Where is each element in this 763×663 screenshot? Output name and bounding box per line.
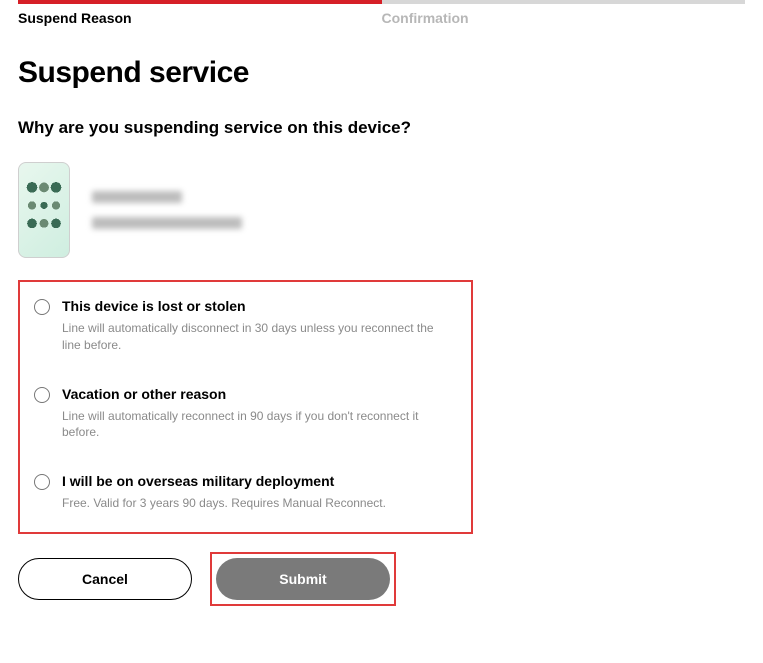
option-desc: Line will automatically reconnect in 90 …: [62, 408, 453, 442]
option-label: Vacation or other reason: [62, 386, 453, 402]
radio-icon[interactable]: [34, 299, 50, 315]
device-number-redacted: [92, 217, 242, 229]
option-lost-stolen[interactable]: This device is lost or stolen Line will …: [34, 298, 453, 354]
cancel-button[interactable]: Cancel: [18, 558, 192, 600]
action-buttons: Cancel Submit: [18, 552, 745, 606]
step-suspend-reason: Suspend Reason: [18, 0, 382, 28]
radio-icon[interactable]: [34, 474, 50, 490]
option-label: This device is lost or stolen: [62, 298, 453, 314]
page-subtitle: Why are you suspending service on this d…: [18, 118, 745, 138]
option-label: I will be on overseas military deploymen…: [62, 473, 453, 489]
option-vacation[interactable]: Vacation or other reason Line will autom…: [34, 386, 453, 442]
device-name-redacted: [92, 191, 182, 203]
submit-highlight: Submit: [210, 552, 396, 606]
device-info: [92, 191, 242, 229]
device-image: [18, 162, 70, 258]
option-desc: Free. Valid for 3 years 90 days. Require…: [62, 495, 453, 512]
progress-stepper: Suspend Reason Confirmation: [0, 0, 763, 28]
device-summary: [18, 162, 745, 258]
submit-button[interactable]: Submit: [216, 558, 390, 600]
suspend-reason-options: This device is lost or stolen Line will …: [18, 280, 473, 534]
option-military[interactable]: I will be on overseas military deploymen…: [34, 473, 453, 512]
page-title: Suspend service: [18, 56, 745, 90]
option-desc: Line will automatically disconnect in 30…: [62, 320, 453, 354]
radio-icon[interactable]: [34, 387, 50, 403]
step-confirmation: Confirmation: [382, 0, 746, 28]
